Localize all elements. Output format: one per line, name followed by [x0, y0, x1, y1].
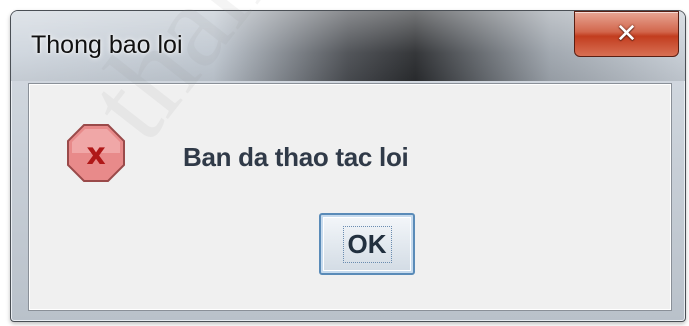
ok-button[interactable]: OK — [319, 213, 415, 275]
window-title: Thong bao loi — [31, 31, 183, 59]
error-dialog-window: Thong bao loi ✕ x Ban da thao tac loi OK — [10, 10, 686, 322]
svg-text:x: x — [86, 137, 105, 172]
close-button[interactable]: ✕ — [574, 11, 679, 57]
dialog-content: x Ban da thao tac loi OK — [28, 83, 672, 311]
error-message: Ban da thao tac loi — [183, 142, 409, 172]
close-icon: ✕ — [615, 19, 638, 49]
error-icon: x — [67, 124, 125, 182]
ok-button-label: OK — [342, 225, 392, 263]
